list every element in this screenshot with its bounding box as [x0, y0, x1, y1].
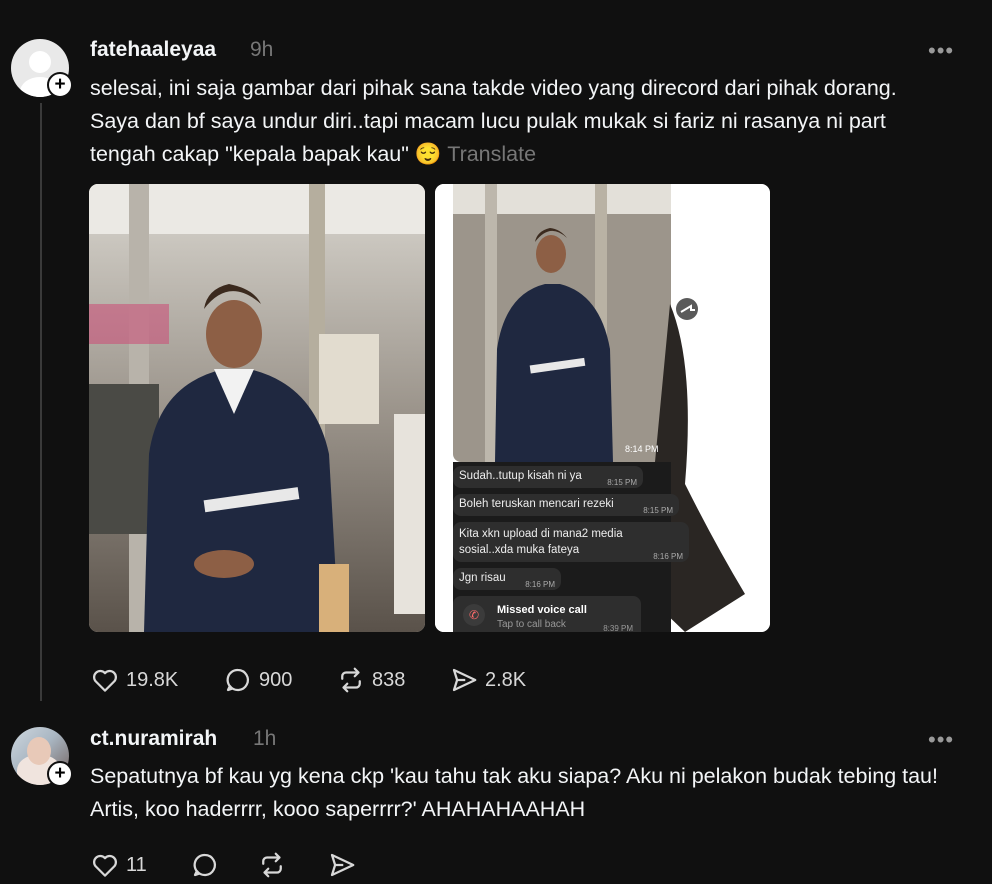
post-text: selesai, ini saja gambar dari pihak sana…: [90, 72, 950, 171]
chat-bubble: Sudah..tutup kisah ni ya 8:15 PM: [453, 466, 643, 488]
heart-icon: [93, 669, 117, 692]
like-button[interactable]: 11: [90, 850, 147, 880]
post-image-2[interactable]: 8:14 PM Sudah..tutup kisah ni ya 8:15 PM…: [435, 184, 770, 632]
comment-button[interactable]: [190, 850, 220, 880]
post-actions: 19.8K 900 838 2.8K: [90, 665, 590, 695]
more-options-icon[interactable]: •••: [928, 38, 954, 64]
like-count: 11: [126, 853, 147, 876]
username[interactable]: fatehaaleyaa: [90, 38, 216, 62]
chat-bubble: Kita xkn upload di mana2 media sosial..x…: [453, 522, 689, 562]
repost-count: 838: [372, 668, 406, 691]
share-button[interactable]: [327, 850, 357, 880]
comment-icon: [193, 853, 216, 877]
comment-button[interactable]: 900: [223, 665, 292, 695]
comment-icon: [226, 668, 249, 692]
chat-time: 8:15 PM: [643, 506, 673, 515]
chat-text: Boleh teruskan mencari rezeki: [459, 498, 614, 510]
share-count: 2.8K: [485, 668, 527, 691]
chat-text: Sudah..tutup kisah ni ya: [459, 470, 582, 482]
more-options-icon[interactable]: •••: [928, 727, 954, 753]
post-actions: 11: [90, 850, 390, 880]
post-time: 1h: [253, 727, 277, 750]
chat-text: Kita xkn upload di mana2 media sosial..x…: [459, 528, 623, 556]
chat-bubble: Jgn risau 8:16 PM: [453, 568, 561, 590]
send-icon: [330, 853, 355, 877]
follow-plus-icon[interactable]: +: [47, 72, 73, 98]
repost-button[interactable]: [257, 850, 287, 880]
missed-call-title: Missed voice call: [497, 604, 587, 616]
like-button[interactable]: 19.8K: [90, 665, 178, 695]
repost-icon: [341, 667, 361, 693]
post-image-1[interactable]: [89, 184, 425, 632]
chat-text: Jgn risau: [459, 572, 506, 584]
chat-time: 8:15 PM: [607, 478, 637, 487]
comment-count: 900: [259, 668, 293, 691]
send-icon: [452, 668, 477, 692]
like-count: 19.8K: [126, 668, 179, 691]
follow-plus-icon[interactable]: +: [47, 761, 73, 787]
username[interactable]: ct.nuramirah: [90, 727, 217, 751]
chat-time: 8:16 PM: [653, 552, 683, 561]
missed-call-time: 8:39 PM: [603, 624, 633, 632]
post-time: 9h: [250, 38, 274, 61]
chat-bubble: Boleh teruskan mencari rezeki 8:15 PM: [453, 494, 679, 516]
missed-call-icon: ✆: [463, 604, 485, 626]
missed-call-card: ✆ Missed voice call Tap to call back 8:3…: [453, 596, 641, 632]
thread-line: [40, 103, 42, 701]
screenshot-photo-icon: [435, 184, 770, 632]
post-body: Sepatutnya bf kau yg kena ckp 'kau tahu …: [90, 764, 938, 821]
photo-icon: [89, 184, 425, 632]
translate-link[interactable]: Translate: [447, 142, 536, 166]
chat-time: 8:16 PM: [525, 580, 555, 589]
share-button[interactable]: 2.8K: [449, 665, 526, 695]
missed-call-subtitle: Tap to call back: [497, 619, 566, 630]
image-timestamp: 8:14 PM: [625, 444, 659, 454]
repost-icon: [262, 852, 282, 878]
repost-button[interactable]: 838: [336, 665, 405, 695]
heart-icon: [93, 854, 117, 877]
